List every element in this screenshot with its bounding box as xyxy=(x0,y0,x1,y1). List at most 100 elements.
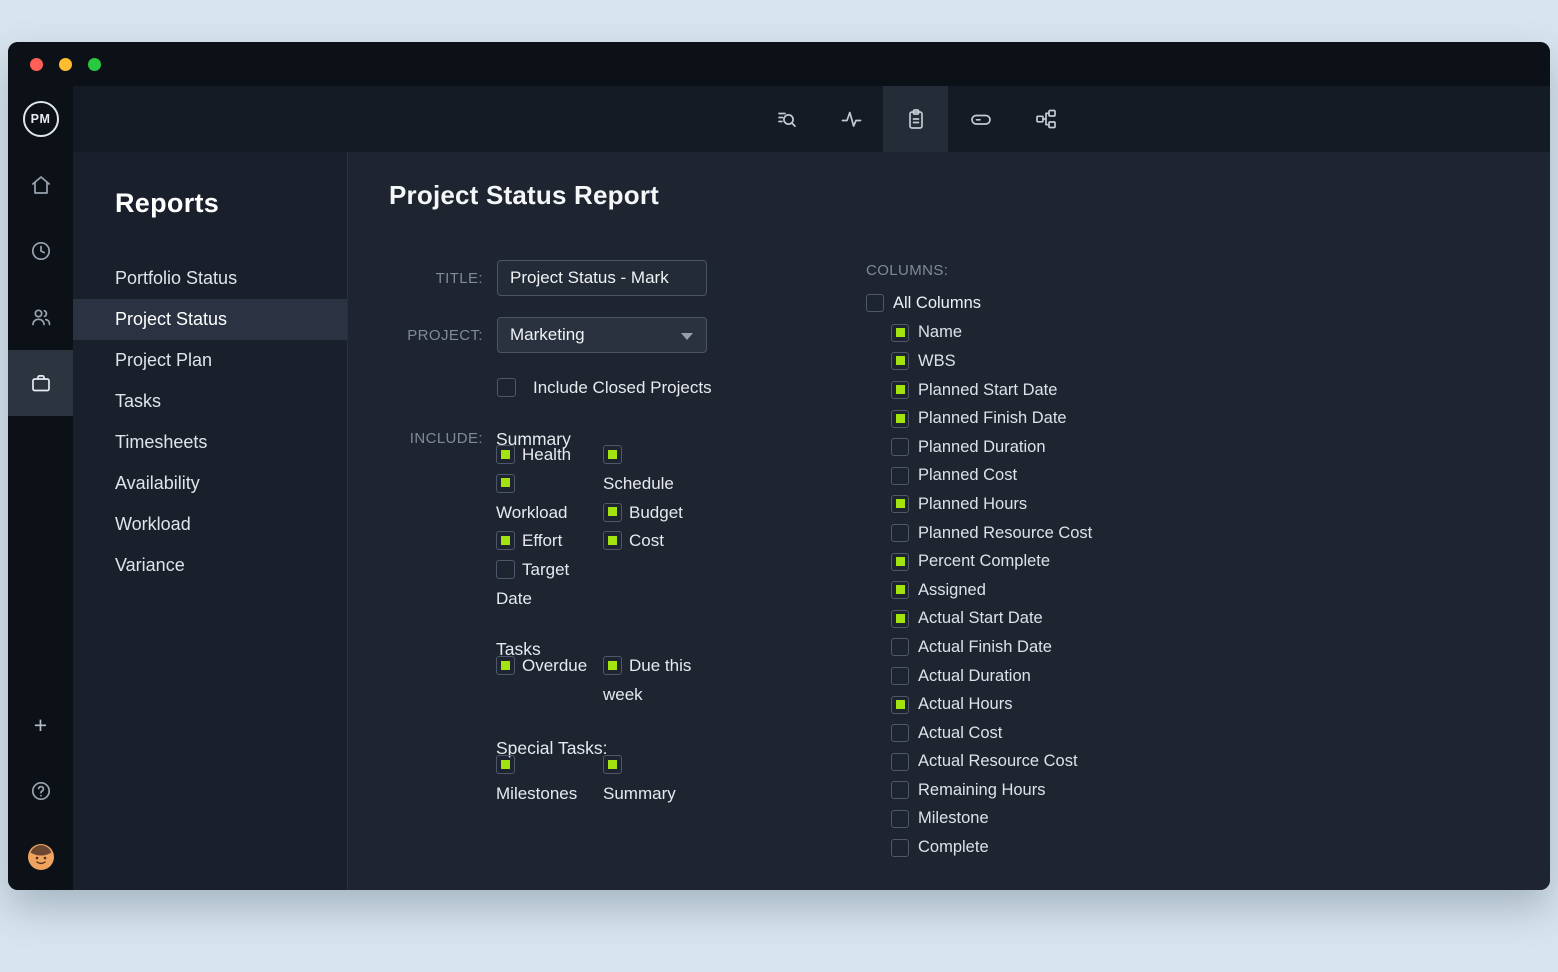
column-option-label: Complete xyxy=(918,838,989,857)
toolbar-activity-button[interactable] xyxy=(818,86,883,152)
column-option-planned-cost[interactable]: Planned Cost xyxy=(891,462,1092,491)
help-icon xyxy=(30,780,52,802)
checkbox[interactable] xyxy=(891,324,909,342)
nav-team-button[interactable] xyxy=(8,284,73,350)
column-option-planned-hours[interactable]: Planned Hours xyxy=(891,490,1092,519)
checkbox[interactable] xyxy=(496,755,515,774)
checkbox[interactable] xyxy=(891,524,909,542)
report-item-project-status[interactable]: Project Status xyxy=(73,299,347,340)
checkbox[interactable] xyxy=(891,810,909,828)
checkbox[interactable] xyxy=(891,553,909,571)
checkbox[interactable] xyxy=(891,495,909,513)
report-item-workload[interactable]: Workload xyxy=(73,504,347,545)
home-icon xyxy=(30,174,52,196)
toolbar-card-button[interactable] xyxy=(948,86,1013,152)
column-option-milestone[interactable]: Milestone xyxy=(891,805,1092,834)
option-overdue[interactable]: Overdue xyxy=(496,652,592,681)
column-option-planned-duration[interactable]: Planned Duration xyxy=(891,433,1092,462)
nav-time-button[interactable] xyxy=(8,218,73,284)
option-cost[interactable]: Cost xyxy=(603,527,743,556)
checkbox-check xyxy=(501,661,510,670)
nav-home-button[interactable] xyxy=(8,152,73,218)
checkbox[interactable] xyxy=(891,638,909,656)
column-option-wbs[interactable]: WBS xyxy=(891,347,1092,376)
toolbar-search-button[interactable] xyxy=(753,86,818,152)
column-option-remaining-hours[interactable]: Remaining Hours xyxy=(891,776,1092,805)
report-item-tasks[interactable]: Tasks xyxy=(73,381,347,422)
checkbox[interactable] xyxy=(891,352,909,370)
report-item-availability[interactable]: Availability xyxy=(73,463,347,504)
column-option-actual-cost[interactable]: Actual Cost xyxy=(891,719,1092,748)
option-summary[interactable]: Summary xyxy=(603,751,743,809)
checkbox[interactable] xyxy=(603,503,622,522)
add-button[interactable]: + xyxy=(8,692,73,758)
column-option-actual-finish-date[interactable]: Actual Finish Date xyxy=(891,633,1092,662)
checkbox[interactable] xyxy=(496,445,515,464)
column-option-label: Planned Resource Cost xyxy=(918,524,1092,543)
user-menu-button[interactable] xyxy=(8,824,73,890)
column-option-planned-resource-cost[interactable]: Planned Resource Cost xyxy=(891,519,1092,548)
column-option-percent-complete[interactable]: Percent Complete xyxy=(891,547,1092,576)
column-option-planned-start-date[interactable]: Planned Start Date xyxy=(891,376,1092,405)
toolbar-reports-button[interactable] xyxy=(883,86,948,152)
include-closed-projects-option[interactable]: Include Closed Projects xyxy=(497,378,712,398)
checkbox[interactable] xyxy=(891,438,909,456)
option-effort[interactable]: Effort xyxy=(496,527,592,556)
column-option-name[interactable]: Name xyxy=(891,319,1092,348)
nav-portfolio-button[interactable] xyxy=(8,350,73,416)
checkbox[interactable] xyxy=(891,753,909,771)
column-option-actual-resource-cost[interactable]: Actual Resource Cost xyxy=(891,748,1092,777)
report-item-timesheets[interactable]: Timesheets xyxy=(73,422,347,463)
checkbox[interactable] xyxy=(603,445,622,464)
option-workload[interactable]: Workload xyxy=(496,470,592,528)
option-milestones[interactable]: Milestones xyxy=(496,751,592,809)
column-option-planned-finish-date[interactable]: Planned Finish Date xyxy=(891,404,1092,433)
project-select[interactable]: Marketing xyxy=(497,317,707,353)
checkbox-check xyxy=(896,356,905,365)
checkbox[interactable] xyxy=(891,581,909,599)
option-health[interactable]: Health xyxy=(496,441,592,470)
close-window-button[interactable] xyxy=(30,58,43,71)
column-option-assigned[interactable]: Assigned xyxy=(891,576,1092,605)
minimize-window-button[interactable] xyxy=(59,58,72,71)
checkbox[interactable] xyxy=(496,656,515,675)
checkbox[interactable] xyxy=(866,294,884,312)
checkbox[interactable] xyxy=(891,667,909,685)
checkbox[interactable] xyxy=(603,531,622,550)
checkbox[interactable] xyxy=(603,656,622,675)
option-budget[interactable]: Budget xyxy=(603,499,743,528)
report-item-portfolio-status[interactable]: Portfolio Status xyxy=(73,258,347,299)
zoom-window-button[interactable] xyxy=(88,58,101,71)
checkbox[interactable] xyxy=(891,410,909,428)
checkbox[interactable] xyxy=(496,474,515,493)
column-option-actual-hours[interactable]: Actual Hours xyxy=(891,690,1092,719)
title-row: TITLE: xyxy=(348,260,707,296)
column-option-actual-duration[interactable]: Actual Duration xyxy=(891,662,1092,691)
checkbox-check xyxy=(608,507,617,516)
checkbox[interactable] xyxy=(891,781,909,799)
pm-logo[interactable]: PM xyxy=(23,101,59,137)
checkbox[interactable] xyxy=(891,839,909,857)
option-target-date[interactable]: TargetDate xyxy=(496,556,592,614)
checkbox[interactable] xyxy=(891,381,909,399)
report-item-variance[interactable]: Variance xyxy=(73,545,347,586)
report-title-input[interactable] xyxy=(497,260,707,296)
checkbox[interactable] xyxy=(891,467,909,485)
checkbox[interactable] xyxy=(891,724,909,742)
checkbox[interactable] xyxy=(496,531,515,550)
column-option-actual-start-date[interactable]: Actual Start Date xyxy=(891,605,1092,634)
checkbox[interactable] xyxy=(891,696,909,714)
option-due-this-week[interactable]: Due thisweek xyxy=(603,652,743,710)
help-button[interactable] xyxy=(8,758,73,824)
toolbar-workflow-button[interactable] xyxy=(1013,86,1078,152)
checkbox[interactable] xyxy=(496,560,515,579)
checkbox[interactable] xyxy=(497,378,516,397)
option-schedule[interactable]: Schedule xyxy=(603,441,743,499)
summary-options: HealthWorkloadEffortTargetDate ScheduleB… xyxy=(496,441,743,614)
checkbox[interactable] xyxy=(603,755,622,774)
column-option-all-columns[interactable]: All Columns xyxy=(866,289,1092,318)
checkbox[interactable] xyxy=(891,610,909,628)
report-item-project-plan[interactable]: Project Plan xyxy=(73,340,347,381)
project-select-value: Marketing xyxy=(510,325,585,345)
column-option-complete[interactable]: Complete xyxy=(891,833,1092,862)
